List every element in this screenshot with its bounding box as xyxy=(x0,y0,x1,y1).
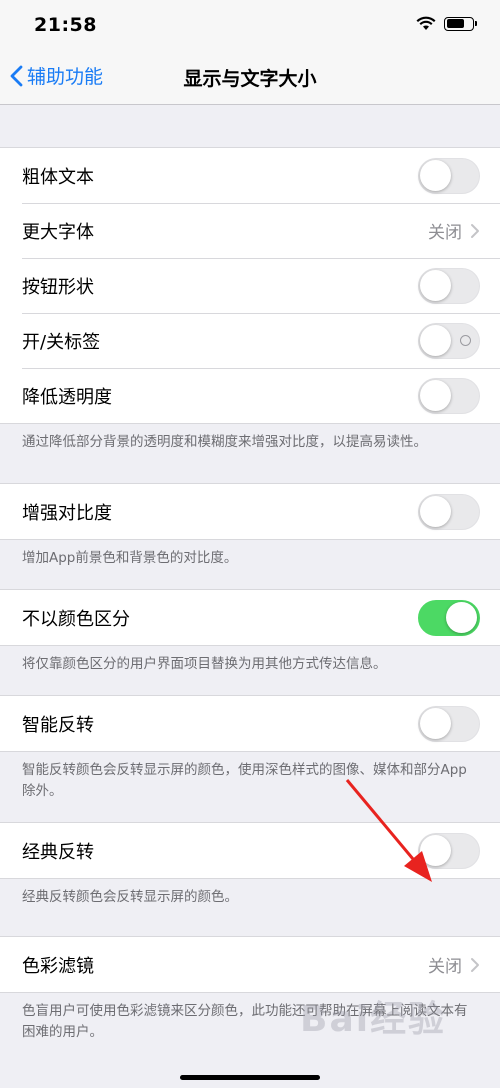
button-shapes-toggle[interactable] xyxy=(418,267,480,304)
row-label: 按钮形状 xyxy=(22,276,94,298)
row-increase-contrast: 增强对比度 xyxy=(0,484,500,539)
row-label: 更大字体 xyxy=(22,221,94,243)
settings-group-differentiate: 不以颜色区分 xyxy=(0,589,500,646)
row-button-shapes: 按钮形状 xyxy=(0,258,500,313)
group-footer: 通过降低部分背景的透明度和模糊度来增强对比度，以提高易读性。 xyxy=(22,434,427,450)
chevron-right-icon xyxy=(471,957,479,972)
row-color-filters[interactable]: 色彩滤镜 关闭 xyxy=(0,937,500,992)
settings-group-text: 粗体文本 更大字体 关闭 按钮形状 开/关标签 降低透明度 xyxy=(0,147,500,424)
wifi-icon xyxy=(416,16,436,30)
row-label: 粗体文本 xyxy=(22,166,94,188)
status-bar: 21:58 xyxy=(0,0,500,50)
row-differentiate-without-color: 不以颜色区分 xyxy=(0,590,500,645)
row-label: 增强对比度 xyxy=(22,502,112,524)
row-label: 色彩滤镜 xyxy=(22,955,94,977)
smart-invert-toggle[interactable] xyxy=(418,705,480,742)
row-label: 不以颜色区分 xyxy=(22,608,130,630)
home-indicator xyxy=(180,1075,320,1080)
row-value: 关闭 xyxy=(428,957,462,977)
row-classic-invert: 经典反转 xyxy=(0,823,500,878)
row-larger-text[interactable]: 更大字体 关闭 xyxy=(0,203,500,258)
differentiate-without-color-toggle[interactable] xyxy=(418,599,480,636)
classic-invert-toggle[interactable] xyxy=(418,832,480,869)
on-off-labels-toggle[interactable] xyxy=(418,322,480,359)
increase-contrast-toggle[interactable] xyxy=(418,493,480,530)
row-label: 智能反转 xyxy=(22,714,94,736)
row-on-off-labels: 开/关标签 xyxy=(0,313,500,368)
settings-group-contrast: 增强对比度 xyxy=(0,483,500,540)
reduce-transparency-toggle[interactable] xyxy=(418,377,480,414)
row-label: 开/关标签 xyxy=(22,331,101,353)
status-time: 21:58 xyxy=(34,14,97,36)
row-value: 关闭 xyxy=(428,223,462,243)
settings-group-smart-invert: 智能反转 xyxy=(0,695,500,752)
row-reduce-transparency: 降低透明度 xyxy=(0,368,500,423)
row-bold-text: 粗体文本 xyxy=(0,148,500,203)
settings-group-color-filters: 色彩滤镜 关闭 xyxy=(0,936,500,993)
group-footer: 增加App前景色和背景色的对比度。 xyxy=(22,550,238,566)
group-footer: 经典反转颜色会反转显示屏的颜色。 xyxy=(22,889,238,905)
watermark: Bai经验 xyxy=(300,999,447,1040)
off-circle-icon xyxy=(460,334,471,346)
row-label: 经典反转 xyxy=(22,841,94,863)
bold-text-toggle[interactable] xyxy=(418,157,480,194)
row-label: 降低透明度 xyxy=(22,386,112,408)
page-title: 显示与文字大小 xyxy=(183,68,317,90)
settings-content: 粗体文本 更大字体 关闭 按钮形状 开/关标签 降低透明度 通过降低部分背景的透… xyxy=(0,105,500,1057)
battery-icon xyxy=(444,16,477,31)
row-smart-invert: 智能反转 xyxy=(0,696,500,751)
navigation-bar: 辅助功能 显示与文字大小 xyxy=(0,50,500,105)
chevron-right-icon xyxy=(471,223,479,238)
status-icons xyxy=(416,16,477,31)
group-footer: 将仅靠颜色区分的用户界面项目替换为用其他方式传达信息。 xyxy=(22,656,387,672)
group-footer: 智能反转颜色会反转显示屏的颜色，使用深色样式的图像、媒体和部分App除外。 xyxy=(22,762,467,799)
settings-group-classic-invert: 经典反转 xyxy=(0,822,500,879)
